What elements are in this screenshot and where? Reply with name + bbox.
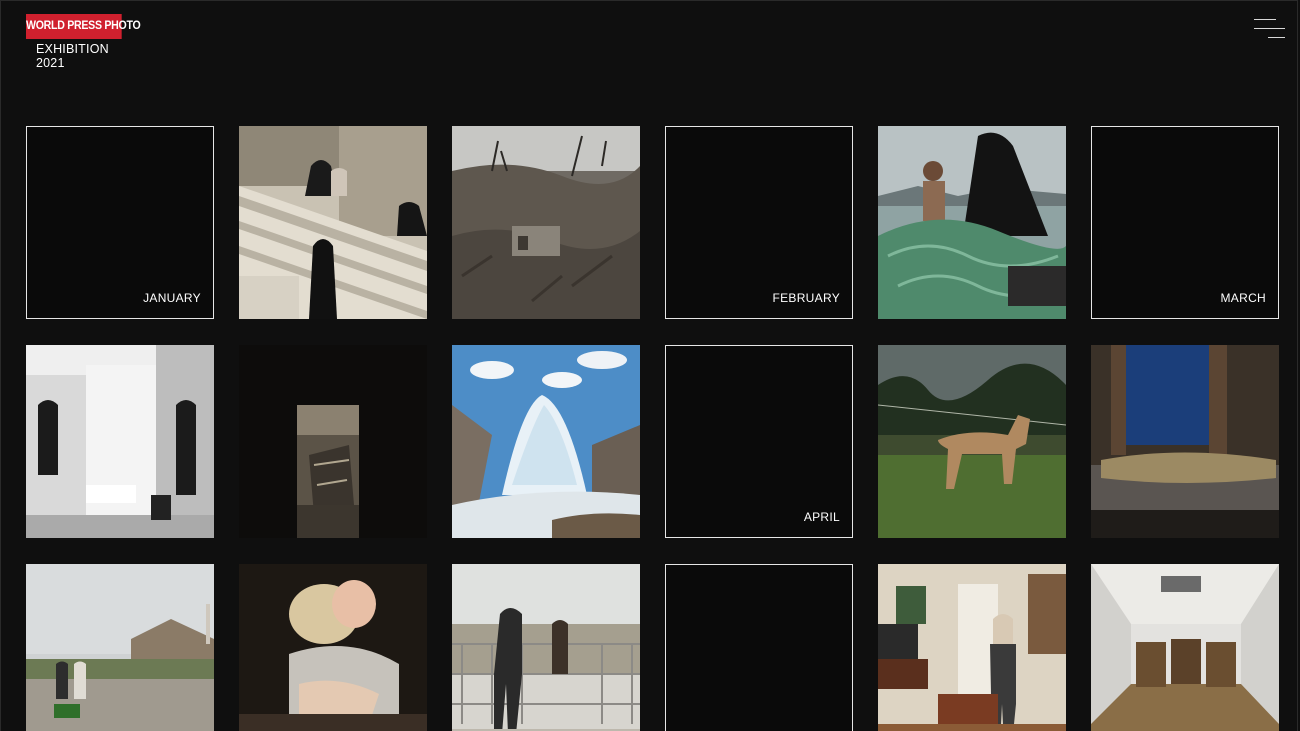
photo-elderly-man-room: [878, 564, 1066, 731]
photo-tile-elderly-man-room[interactable]: [878, 564, 1066, 731]
photo-ash-covered-house: [452, 126, 640, 319]
photo-ice-stupa: [452, 345, 640, 538]
photo-coffins-truck: [1091, 564, 1279, 731]
menu-bar: [1268, 37, 1285, 38]
photo-tile-school-bathroom[interactable]: [26, 345, 214, 538]
month-tile-april[interactable]: APRIL: [665, 345, 853, 538]
photo-school-bathroom: [26, 345, 214, 538]
subtitle-exhibition: EXHIBITION: [36, 42, 109, 56]
hamburger-menu-icon[interactable]: [1251, 17, 1287, 41]
menu-bar: [1254, 28, 1285, 29]
month-tile-may[interactable]: [665, 564, 853, 731]
photo-fishing-net: [878, 126, 1066, 319]
menu-bar: [1254, 19, 1276, 20]
logo-text: WORLD PRESS PHOTO: [26, 20, 141, 32]
photo-tile-ash-covered-house[interactable]: [452, 126, 640, 319]
exhibition-page: WORLD PRESS PHOTO EXHIBITION 2021 JANUAR…: [0, 0, 1298, 731]
photo-staircase-mourners: [239, 126, 427, 319]
month-tile-march[interactable]: MARCH: [1091, 126, 1279, 319]
photo-tile-ice-stupa[interactable]: [452, 345, 640, 538]
photo-dark-doorway: [239, 345, 427, 538]
photo-tile-family-church[interactable]: [26, 564, 214, 731]
photo-family-church: [26, 564, 214, 731]
month-tile-january[interactable]: JANUARY: [26, 126, 214, 319]
photo-tile-fence-watchers[interactable]: [452, 564, 640, 731]
photo-tile-staircase-mourners[interactable]: [239, 126, 427, 319]
month-label: JANUARY: [143, 291, 201, 305]
photo-tile-fishing-net[interactable]: [878, 126, 1066, 319]
month-label: APRIL: [803, 510, 840, 524]
month-tile-february[interactable]: FEBRUARY: [665, 126, 853, 319]
month-label: FEBRUARY: [772, 291, 840, 305]
photo-tile-panther[interactable]: [878, 345, 1066, 538]
photo-grid: JANUARY FEBRUARY MARCH APRIL: [26, 126, 1279, 731]
exhibition-subtitle: EXHIBITION 2021: [36, 42, 109, 70]
photo-fence-watchers: [452, 564, 640, 731]
photo-tile-coffins-truck[interactable]: [1091, 564, 1279, 731]
world-press-photo-logo[interactable]: WORLD PRESS PHOTO: [26, 14, 141, 39]
photo-wrapped-body: [1091, 345, 1279, 538]
month-label: MARCH: [1220, 291, 1266, 305]
photo-panther: [878, 345, 1066, 538]
photo-tile-dark-doorway[interactable]: [239, 345, 427, 538]
photo-tile-embrace[interactable]: [239, 564, 427, 731]
subtitle-year: 2021: [36, 56, 65, 70]
photo-tile-wrapped-body[interactable]: [1091, 345, 1279, 538]
photo-embrace: [239, 564, 427, 731]
